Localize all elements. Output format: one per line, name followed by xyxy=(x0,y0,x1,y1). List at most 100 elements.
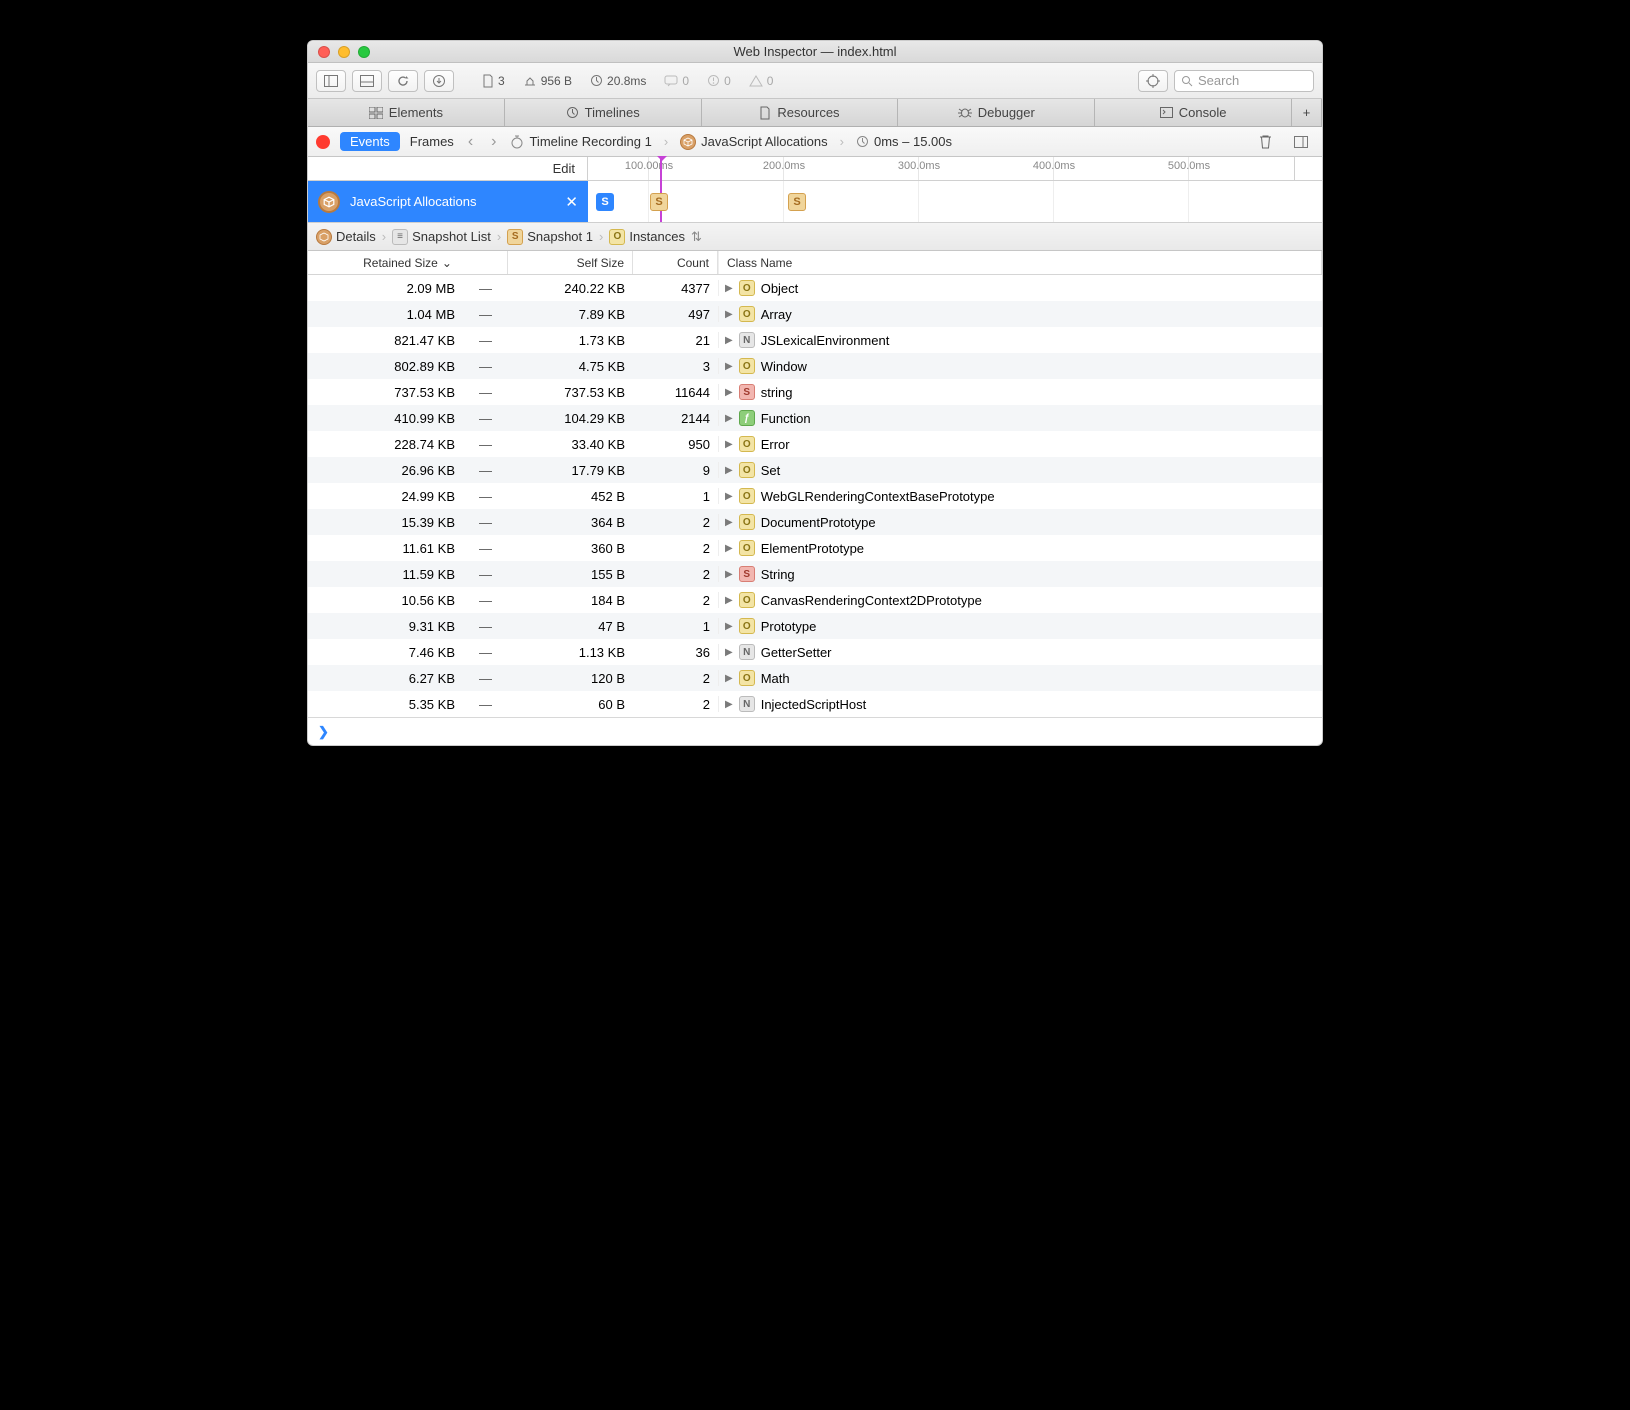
sidebar-bottom-button[interactable] xyxy=(352,70,382,92)
document-icon xyxy=(759,106,771,120)
table-row[interactable]: 24.99 KB—452 B1▶OWebGLRenderingContextBa… xyxy=(308,483,1322,509)
snapshot-marker[interactable]: S xyxy=(650,193,668,211)
cube-icon xyxy=(680,134,696,150)
disclosure-triangle-icon[interactable]: ▶ xyxy=(725,647,733,658)
disclosure-triangle-icon[interactable]: ▶ xyxy=(725,413,733,424)
reload-button[interactable] xyxy=(388,70,418,92)
nav-forward[interactable]: › xyxy=(487,133,500,151)
table-row[interactable]: 11.61 KB—360 B2▶OElementPrototype xyxy=(308,535,1322,561)
tab-console[interactable]: Console xyxy=(1095,99,1292,126)
table-row[interactable]: 15.39 KB—364 B2▶ODocumentPrototype xyxy=(308,509,1322,535)
disclosure-triangle-icon[interactable]: ▶ xyxy=(725,517,733,528)
disclosure-triangle-icon[interactable]: ▶ xyxy=(725,699,733,710)
disclosure-triangle-icon[interactable]: ▶ xyxy=(725,335,733,346)
cell-class: ▶Sstring xyxy=(718,384,1322,400)
table-row[interactable]: 737.53 KB—737.53 KB11644▶Sstring xyxy=(308,379,1322,405)
cell-retained: 410.99 KB xyxy=(308,411,463,426)
table-row[interactable]: 410.99 KB—104.29 KB2144▶ƒFunction xyxy=(308,405,1322,431)
table-row[interactable]: 26.96 KB—17.79 KB9▶OSet xyxy=(308,457,1322,483)
disclosure-triangle-icon[interactable]: ▶ xyxy=(725,595,733,606)
cell-class: ▶OWebGLRenderingContextBasePrototype xyxy=(718,488,1322,504)
tab-elements[interactable]: Elements xyxy=(308,99,505,126)
cell-self: 33.40 KB xyxy=(508,437,633,452)
table-row[interactable]: 10.56 KB—184 B2▶OCanvasRenderingContext2… xyxy=(308,587,1322,613)
table-row[interactable]: 2.09 MB—240.22 KB4377▶OObject xyxy=(308,275,1322,301)
cell-self: 452 B xyxy=(508,489,633,504)
crumb-recording[interactable]: Timeline Recording 1 xyxy=(510,134,651,149)
frames-toggle[interactable]: Frames xyxy=(410,134,454,149)
disclosure-triangle-icon[interactable]: ▶ xyxy=(725,543,733,554)
col-self[interactable]: Self Size xyxy=(508,251,633,274)
table-row[interactable]: 5.35 KB—60 B2▶NInjectedScriptHost xyxy=(308,691,1322,717)
table-row[interactable]: 7.46 KB—1.13 KB36▶NGetterSetter xyxy=(308,639,1322,665)
table-row[interactable]: 6.27 KB—120 B2▶OMath xyxy=(308,665,1322,691)
crumb-snapshot-list[interactable]: Snapshot List xyxy=(412,229,491,244)
col-class[interactable]: Class Name xyxy=(718,251,1322,274)
type-icon: S xyxy=(739,566,755,582)
disclosure-triangle-icon[interactable]: ▶ xyxy=(725,673,733,684)
record-icon[interactable] xyxy=(316,135,330,149)
table-row[interactable]: 1.04 MB—7.89 KB497▶OArray xyxy=(308,301,1322,327)
new-tab-button[interactable]: + xyxy=(1292,99,1322,126)
disclosure-triangle-icon[interactable]: ▶ xyxy=(725,465,733,476)
table-row[interactable]: 802.89 KB—4.75 KB3▶OWindow xyxy=(308,353,1322,379)
playhead[interactable] xyxy=(660,157,662,222)
cell-class: ▶OMath xyxy=(718,670,1322,686)
cell-flag: — xyxy=(463,281,508,296)
table-row[interactable]: 821.47 KB—1.73 KB21▶NJSLexicalEnvironmen… xyxy=(308,327,1322,353)
crumb-details[interactable]: Details xyxy=(336,229,376,244)
cell-flag: — xyxy=(463,619,508,634)
console-prompt[interactable]: ❯ xyxy=(308,717,1322,745)
crumb-snapshot-1[interactable]: Snapshot 1 xyxy=(527,229,593,244)
edit-button[interactable]: Edit xyxy=(308,157,588,180)
table-body: 2.09 MB—240.22 KB4377▶OObject1.04 MB—7.8… xyxy=(308,275,1322,717)
crumb-allocations[interactable]: JavaScript Allocations xyxy=(680,134,827,150)
disclosure-triangle-icon[interactable]: ▶ xyxy=(725,361,733,372)
tab-timelines[interactable]: Timelines xyxy=(505,99,702,126)
cell-self: 240.22 KB xyxy=(508,281,633,296)
ruler-tick: 300.0ms xyxy=(918,157,919,180)
table-row[interactable]: 11.59 KB—155 B2▶SString xyxy=(308,561,1322,587)
nav-back[interactable]: ‹ xyxy=(464,133,477,151)
type-icon: O xyxy=(739,540,755,556)
disclosure-triangle-icon[interactable]: ▶ xyxy=(725,439,733,450)
chevron-down-icon: ⌄ xyxy=(442,256,452,270)
trash-button[interactable] xyxy=(1253,134,1278,149)
events-toggle[interactable]: Events xyxy=(340,132,400,151)
allocations-row: JavaScript Allocations ✕ S S S xyxy=(308,181,1322,223)
chevron-updown-icon[interactable]: ⇅ xyxy=(689,229,702,245)
titlebar[interactable]: Web Inspector — index.html xyxy=(308,41,1322,63)
disclosure-triangle-icon[interactable]: ▶ xyxy=(725,309,733,320)
timeline-track[interactable]: SSS xyxy=(588,181,1322,222)
tab-debugger[interactable]: Debugger xyxy=(898,99,1095,126)
col-count[interactable]: Count xyxy=(633,251,718,274)
cell-class: ▶OSet xyxy=(718,462,1322,478)
crumb-range[interactable]: 0ms – 15.00s xyxy=(856,134,952,149)
snapshot-marker[interactable]: S xyxy=(596,193,614,211)
web-inspector-window: Web Inspector — index.html 3 956 B 20.8m… xyxy=(307,40,1323,746)
table-row[interactable]: 9.31 KB—47 B1▶OPrototype xyxy=(308,613,1322,639)
crumb-instances[interactable]: Instances xyxy=(629,229,685,244)
cell-self: 60 B xyxy=(508,697,633,712)
search-input[interactable]: Search xyxy=(1174,70,1314,92)
tab-resources[interactable]: Resources xyxy=(702,99,899,126)
table-row[interactable]: 228.74 KB—33.40 KB950▶OError xyxy=(308,431,1322,457)
close-icon[interactable]: ✕ xyxy=(565,193,578,211)
sidebar-right-button[interactable] xyxy=(1288,136,1314,148)
inspect-button[interactable] xyxy=(1138,70,1168,92)
cell-self: 1.73 KB xyxy=(508,333,633,348)
ruler-scroll-right[interactable] xyxy=(1294,157,1322,180)
col-retained[interactable]: Retained Size ⌄ xyxy=(308,251,508,274)
disclosure-triangle-icon[interactable]: ▶ xyxy=(725,569,733,580)
disclosure-triangle-icon[interactable]: ▶ xyxy=(725,387,733,398)
download-button[interactable] xyxy=(424,70,454,92)
sidebar-left-button[interactable] xyxy=(316,70,346,92)
disclosure-triangle-icon[interactable]: ▶ xyxy=(725,283,733,294)
snapshot-marker[interactable]: S xyxy=(788,193,806,211)
disclosure-triangle-icon[interactable]: ▶ xyxy=(725,491,733,502)
toolbar: 3 956 B 20.8ms 0 0 0 Search xyxy=(308,63,1322,99)
disclosure-triangle-icon[interactable]: ▶ xyxy=(725,621,733,632)
cell-class: ▶OPrototype xyxy=(718,618,1322,634)
timeline-ruler[interactable]: 100.00ms200.0ms300.0ms400.0ms500.0ms xyxy=(588,157,1294,180)
allocations-label[interactable]: JavaScript Allocations ✕ xyxy=(308,181,588,222)
